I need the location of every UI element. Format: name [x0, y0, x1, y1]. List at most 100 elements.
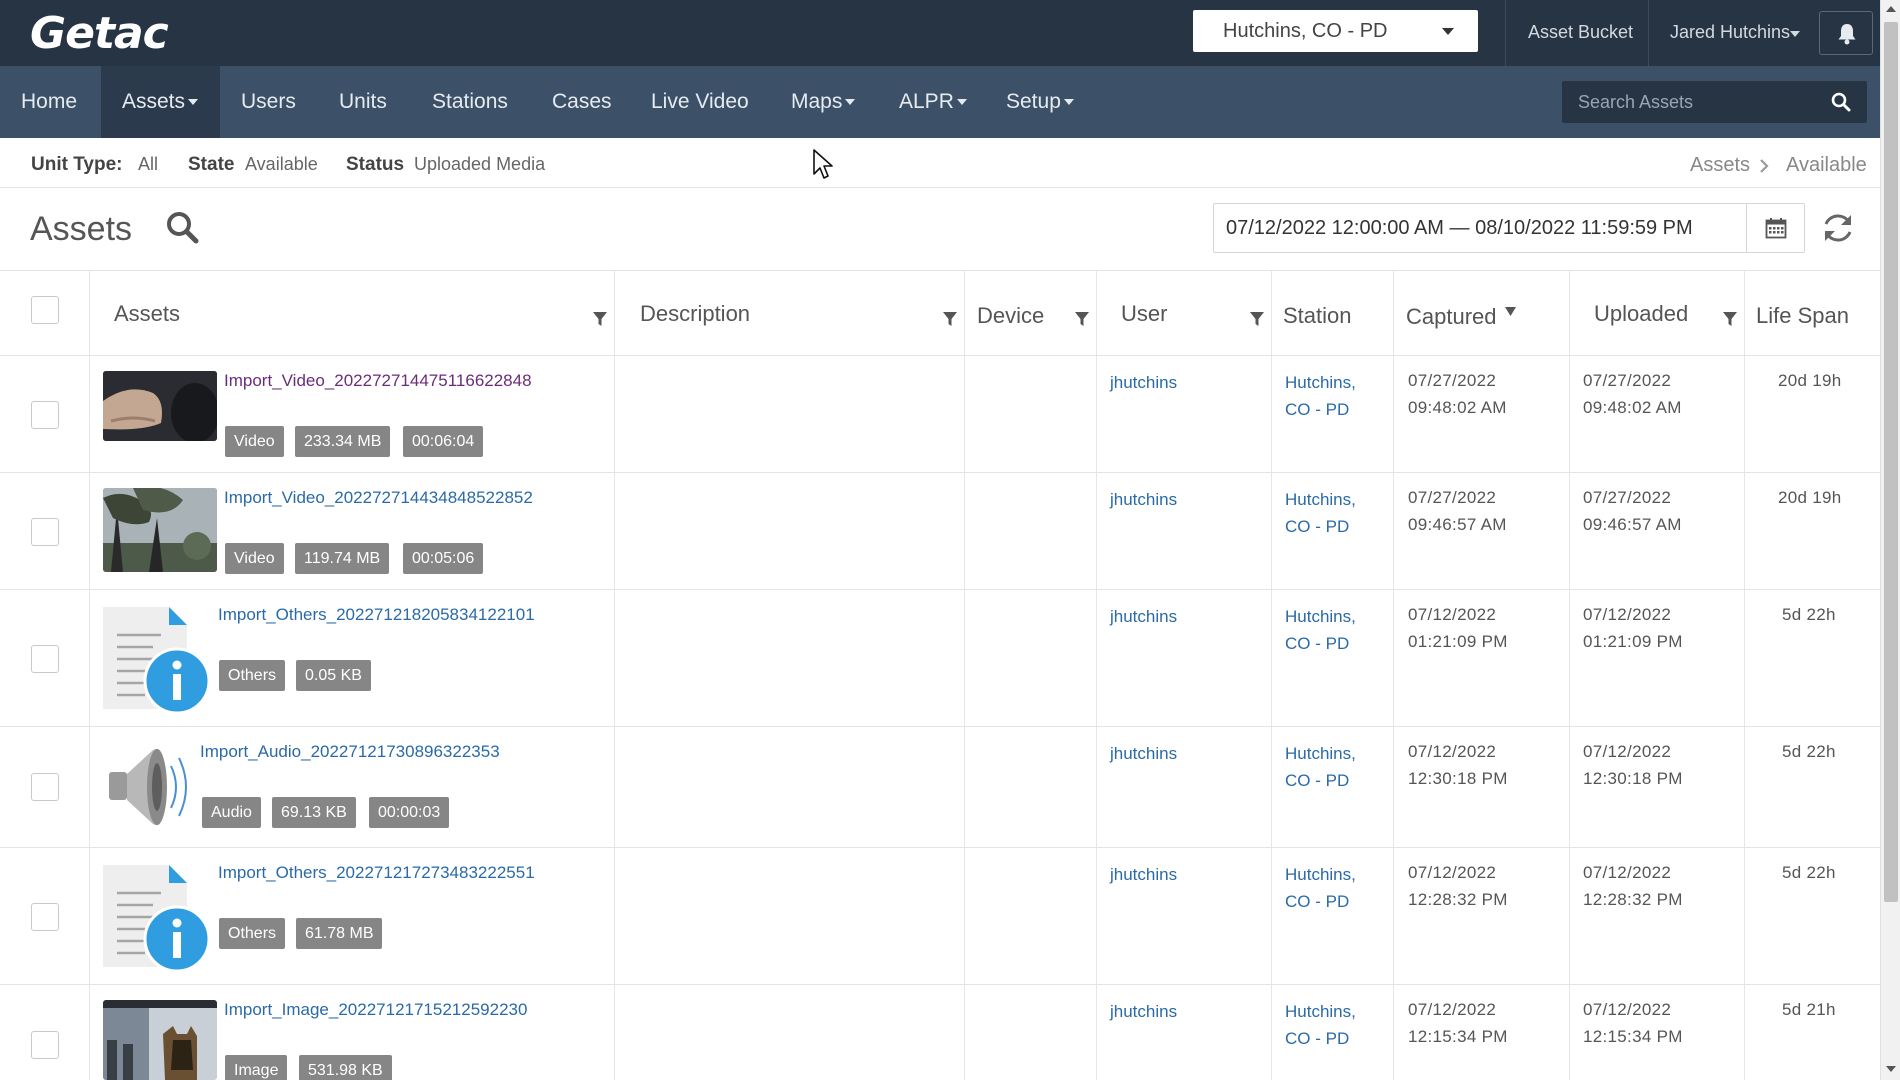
image-thumbnail-image — [103, 1000, 217, 1080]
row-checkbox[interactable] — [31, 1031, 59, 1059]
station-link[interactable]: Hutchins, CO - PD — [1285, 486, 1375, 540]
row-checkbox[interactable] — [31, 401, 59, 429]
asset-name-link[interactable]: Import_Video_202272714475116622848 — [224, 367, 554, 394]
notifications-button[interactable] — [1819, 11, 1873, 55]
breadcrumb-available: Available — [1786, 154, 1867, 176]
asset-type-badge: Others — [219, 660, 286, 691]
vertical-scrollbar[interactable] — [1880, 0, 1900, 1080]
filter-icon[interactable] — [1249, 311, 1265, 327]
video-thumbnail-image — [103, 371, 217, 441]
asset-size-badge: 119.74 MB — [295, 543, 390, 574]
column-header-device[interactable]: Device — [977, 303, 1044, 329]
nav-units[interactable]: Units — [339, 66, 387, 138]
document-thumbnail[interactable] — [103, 605, 213, 715]
user-link[interactable]: jhutchins — [1110, 740, 1177, 767]
calendar-button[interactable] — [1746, 204, 1805, 252]
search-icon[interactable] — [165, 210, 201, 246]
scroll-down-icon[interactable] — [1886, 1066, 1896, 1072]
row-checkbox[interactable] — [31, 773, 59, 801]
column-header-life-span[interactable]: Life Span — [1756, 303, 1849, 329]
date-range-picker[interactable]: 07/12/2022 12:00:00 AM — 08/10/2022 11:5… — [1213, 203, 1805, 253]
asset-name-link[interactable]: Import_Others_202271217273483222551 — [218, 859, 548, 886]
user-link[interactable]: jhutchins — [1110, 998, 1177, 1025]
asset-size-badge: 531.98 KB — [299, 1055, 392, 1080]
station-link[interactable]: Hutchins, CO - PD — [1285, 861, 1375, 915]
column-header-user[interactable]: User — [1121, 301, 1167, 327]
sort-descending-icon[interactable] — [1505, 307, 1516, 316]
search-icon[interactable] — [1831, 92, 1851, 112]
nav-alpr[interactable]: ALPR — [899, 66, 967, 138]
user-link[interactable]: jhutchins — [1110, 861, 1177, 888]
column-header-assets[interactable]: Assets — [114, 301, 180, 327]
table-row[interactable]: Import_Image_20227121715212592230 Image … — [0, 985, 1880, 1080]
filter-icon[interactable] — [592, 311, 608, 327]
nav-home[interactable]: Home — [0, 66, 98, 138]
column-header-description[interactable]: Description — [640, 301, 750, 327]
filter-icon[interactable] — [1722, 311, 1738, 327]
document-thumbnail[interactable] — [103, 863, 213, 973]
filter-summary: Unit Type: All State Available Status Up… — [0, 138, 1880, 188]
chevron-down-icon — [1790, 31, 1800, 37]
video-thumbnail[interactable] — [103, 488, 217, 572]
scrollbar-thumb[interactable] — [1884, 22, 1898, 902]
life-span-cell: 5d 21h — [1782, 1000, 1836, 1019]
column-header-station[interactable]: Station — [1283, 303, 1352, 329]
table-row[interactable]: Import_Video_202272714434848522852 Video… — [0, 473, 1880, 590]
video-thumbnail[interactable] — [103, 371, 217, 441]
asset-bucket-link[interactable]: Asset Bucket — [1528, 22, 1633, 43]
select-all-checkbox[interactable] — [31, 296, 59, 324]
row-checkbox[interactable] — [31, 645, 59, 673]
life-span-cell: 20d 19h — [1778, 371, 1842, 390]
nav-maps[interactable]: Maps — [791, 66, 856, 138]
station-link[interactable]: Hutchins, CO - PD — [1285, 603, 1375, 657]
scroll-up-icon[interactable] — [1886, 6, 1896, 12]
video-thumbnail-image — [103, 488, 217, 572]
nav-cases[interactable]: Cases — [552, 66, 612, 138]
life-span-cell: 5d 22h — [1782, 742, 1836, 761]
asset-name-link[interactable]: Import_Audio_20227121730896322353 — [200, 738, 530, 765]
asset-name-link[interactable]: Import_Image_20227121715212592230 — [224, 996, 554, 1023]
nav-assets[interactable]: Assets — [101, 66, 220, 138]
mouse-cursor-icon — [813, 149, 833, 179]
uploaded-date: 07/12/2022 — [1583, 742, 1672, 761]
user-link[interactable]: jhutchins — [1110, 369, 1177, 396]
uploaded-date: 07/27/2022 — [1583, 371, 1672, 390]
table-header: Assets Description Device User Station C… — [0, 270, 1880, 356]
row-checkbox[interactable] — [31, 903, 59, 931]
table-row[interactable]: Import_Video_202272714475116622848 Video… — [0, 356, 1880, 473]
bell-icon — [1838, 24, 1856, 45]
nav-live-video[interactable]: Live Video — [651, 66, 749, 138]
asset-name-link[interactable]: Import_Video_202272714434848522852 — [224, 484, 554, 511]
captured-date: 07/27/2022 — [1408, 371, 1497, 390]
audio-thumbnail[interactable] — [103, 742, 199, 832]
column-header-uploaded[interactable]: Uploaded — [1594, 301, 1688, 327]
asset-name-link[interactable]: Import_Others_202271218205834122101 — [218, 601, 548, 628]
table-row[interactable]: Import_Others_202271217273483222551 Othe… — [0, 848, 1880, 985]
image-thumbnail[interactable] — [103, 1000, 217, 1080]
nav-users[interactable]: Users — [241, 66, 296, 138]
filter-icon[interactable] — [1074, 311, 1090, 327]
uploaded-date: 07/12/2022 — [1583, 1000, 1672, 1019]
user-link[interactable]: jhutchins — [1110, 603, 1177, 630]
column-header-captured[interactable]: Captured — [1406, 304, 1497, 330]
breadcrumb-assets[interactable]: Assets — [1690, 154, 1750, 177]
user-menu[interactable]: Jared Hutchins — [1670, 22, 1790, 43]
app-window: Getac Hutchins, CO - PD Asset Bucket Jar… — [0, 0, 1900, 1080]
captured-date: 07/12/2022 — [1408, 863, 1497, 882]
station-link[interactable]: Hutchins, CO - PD — [1285, 369, 1375, 423]
table-row[interactable]: Import_Audio_20227121730896322353 Audio … — [0, 727, 1880, 848]
filter-icon[interactable] — [942, 311, 958, 327]
getac-logo[interactable]: Getac — [30, 8, 169, 59]
refresh-icon[interactable] — [1820, 210, 1856, 246]
captured-date: 07/12/2022 — [1408, 742, 1497, 761]
nav-setup[interactable]: Setup — [1006, 66, 1074, 138]
nav-stations[interactable]: Stations — [432, 66, 508, 138]
row-checkbox[interactable] — [31, 518, 59, 546]
agency-select[interactable]: Hutchins, CO - PD — [1193, 10, 1478, 52]
table-row[interactable]: Import_Others_202271218205834122101 Othe… — [0, 590, 1880, 727]
captured-time: 09:48:02 AM — [1408, 398, 1507, 417]
station-link[interactable]: Hutchins, CO - PD — [1285, 740, 1375, 794]
user-link[interactable]: jhutchins — [1110, 486, 1177, 513]
search-assets-input[interactable] — [1578, 81, 1818, 123]
station-link[interactable]: Hutchins, CO - PD — [1285, 998, 1375, 1052]
